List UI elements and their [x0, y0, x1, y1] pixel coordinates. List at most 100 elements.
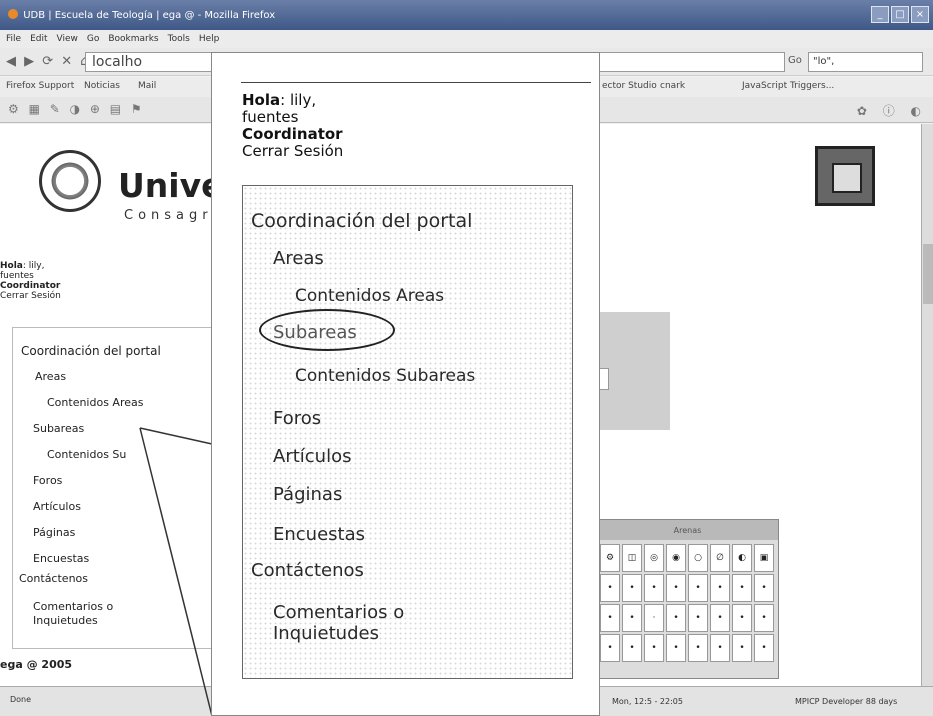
callout-greeting-value: : lily,: [280, 91, 317, 109]
callout-item-articulos[interactable]: Artículos: [273, 446, 351, 467]
bookmark-mail[interactable]: Mail: [138, 81, 156, 91]
status-done: Done: [10, 695, 32, 704]
menu-item-encuestas[interactable]: Encuestas: [33, 552, 89, 565]
logout-link[interactable]: Cerrar Sesión: [0, 291, 61, 301]
bookmark-cnark[interactable]: cnark: [660, 81, 685, 91]
tool-window[interactable]: Arenas ⚙ ◫ ◎ ◉ ○ ∅ ◐ ▣ • • • • • • • • • • · • • • • • • • • • • •…: [596, 519, 779, 679]
tool-cell[interactable]: •: [688, 634, 708, 662]
tool-cell[interactable]: •: [754, 634, 774, 662]
portal-menu: Coordinación del portal Areas Contenidos…: [12, 327, 212, 649]
tool-cell[interactable]: •: [666, 634, 686, 662]
tool-cell[interactable]: •: [600, 604, 620, 632]
tool-grid: ⚙ ◫ ◎ ◉ ○ ∅ ◐ ▣ • • • • • • • • • • · • • • • • • • • • • • • •: [597, 540, 778, 666]
callout-item-inquietudes[interactable]: Inquietudes: [273, 623, 379, 644]
tool-cell[interactable]: •: [666, 574, 686, 602]
bookmark-ector-studio[interactable]: ector Studio: [602, 81, 657, 91]
tool-cell[interactable]: ○: [688, 544, 708, 572]
menu-item-foros[interactable]: Foros: [33, 474, 62, 487]
menu-item-subareas[interactable]: Subareas: [33, 422, 84, 435]
menubar: File Edit View Go Bookmarks Tools Help: [0, 30, 933, 48]
tool-cell[interactable]: ▣: [754, 544, 774, 572]
menu-edit[interactable]: Edit: [30, 34, 47, 48]
tool-cell[interactable]: •: [710, 634, 730, 662]
menu-bookmarks[interactable]: Bookmarks: [108, 34, 158, 48]
tool-cell[interactable]: •: [732, 634, 752, 662]
firefox-icon: [8, 9, 18, 19]
scrollbar-thumb[interactable]: [923, 244, 933, 304]
callout-item-contenidos-subareas[interactable]: Contenidos Subareas: [295, 366, 475, 386]
bookmark-firefox-support[interactable]: Firefox Support: [6, 81, 74, 91]
user-surname: fuentes: [0, 271, 34, 281]
callout-greeting-label: Hola: [242, 91, 281, 109]
callout-rule: [241, 82, 591, 83]
menu-title: Coordinación del portal: [21, 344, 161, 358]
menu-item-areas[interactable]: Areas: [35, 370, 66, 383]
menu-item-articulos[interactable]: Artículos: [33, 500, 81, 513]
status-clock: Mon, 12:5 - 22:05: [612, 697, 683, 706]
menu-go[interactable]: Go: [87, 34, 99, 48]
tool-cell[interactable]: •: [710, 574, 730, 602]
menu-item-contenidos-areas[interactable]: Contenidos Areas: [47, 396, 143, 409]
tool-cell[interactable]: •: [600, 634, 620, 662]
callout-item-areas[interactable]: Areas: [273, 248, 324, 269]
tool-cell[interactable]: •: [644, 574, 664, 602]
tool-cell[interactable]: •: [688, 574, 708, 602]
greeting-label: Hola: [0, 261, 23, 271]
tool-window-title: Arenas: [597, 520, 778, 540]
tool-cell[interactable]: •: [754, 574, 774, 602]
menu-item-contactenos[interactable]: Contáctenos: [19, 572, 88, 585]
nav-buttons-icon[interactable]: ◀ ▶ ⟳ ✕ ⌂: [6, 54, 91, 69]
tool-cell[interactable]: ◫: [622, 544, 642, 572]
menu-file[interactable]: File: [6, 34, 21, 48]
menu-help[interactable]: Help: [199, 34, 220, 48]
callout-logout-link[interactable]: Cerrar Sesión: [242, 143, 343, 160]
tool-cell[interactable]: •: [622, 634, 642, 662]
go-button[interactable]: Go: [788, 55, 802, 66]
tool-cell[interactable]: •: [622, 604, 642, 632]
tool-cell[interactable]: ∅: [710, 544, 730, 572]
close-button[interactable]: ×: [911, 6, 929, 23]
menu-item-contenidos-subareas[interactable]: Contenidos Su: [47, 448, 126, 461]
tool-cell[interactable]: ◐: [732, 544, 752, 572]
tool-cell[interactable]: ·: [644, 604, 664, 632]
tool-cell[interactable]: •: [644, 634, 664, 662]
status-devinfo: MPICP Developer 88 days: [795, 697, 898, 706]
tool-cell[interactable]: •: [622, 574, 642, 602]
dev-tools-icon[interactable]: ⚙ ▦ ✎ ◑ ⊕ ▤ ⚑: [8, 102, 145, 116]
tool-cell[interactable]: •: [688, 604, 708, 632]
menu-tools[interactable]: Tools: [168, 34, 190, 48]
callout-item-paginas[interactable]: Páginas: [273, 484, 342, 505]
bookmark-javascript-triggers[interactable]: JavaScript Triggers...: [742, 81, 834, 91]
callout-item-comentarios[interactable]: Comentarios o: [273, 602, 404, 623]
tool-cell[interactable]: •: [600, 574, 620, 602]
menu-item-inquietudes[interactable]: Inquietudes: [33, 614, 98, 627]
menu-item-comentarios[interactable]: Comentarios o: [33, 600, 113, 613]
menu-item-paginas[interactable]: Páginas: [33, 526, 75, 539]
tool-cell[interactable]: •: [754, 604, 774, 632]
callout-item-contactenos[interactable]: Contáctenos: [251, 560, 364, 581]
help-cube-icon[interactable]: [815, 146, 875, 206]
user-panel: Hola: lily, fuentes Coordinator Cerrar S…: [0, 261, 61, 301]
callout-item-contenidos-areas[interactable]: Contenidos Areas: [295, 286, 444, 306]
tool-cell[interactable]: •: [710, 604, 730, 632]
callout-portal-menu: Coordinación del portal Areas Contenidos…: [242, 185, 573, 679]
window-controls: _ □ ×: [871, 6, 929, 23]
vertical-scrollbar[interactable]: [921, 124, 933, 686]
tool-cell[interactable]: •: [732, 604, 752, 632]
dev-status-icon[interactable]: ✿ ⓘ ◐: [857, 102, 927, 119]
callout-item-foros[interactable]: Foros: [273, 408, 321, 429]
tool-cell[interactable]: •: [666, 604, 686, 632]
menu-view[interactable]: View: [57, 34, 78, 48]
minimize-button[interactable]: _: [871, 6, 889, 23]
tool-cell[interactable]: ◉: [666, 544, 686, 572]
highlight-ellipse: [259, 309, 395, 351]
tool-cell[interactable]: ⚙: [600, 544, 620, 572]
callout-user-role: Coordinator: [242, 125, 343, 143]
tool-cell[interactable]: •: [732, 574, 752, 602]
tool-cell[interactable]: ◎: [644, 544, 664, 572]
search-input[interactable]: "lo",: [808, 52, 923, 72]
greeting-value: : lily,: [22, 261, 45, 271]
maximize-button[interactable]: □: [891, 6, 909, 23]
bookmark-noticias[interactable]: Noticias: [84, 81, 120, 91]
callout-item-encuestas[interactable]: Encuestas: [273, 524, 365, 545]
